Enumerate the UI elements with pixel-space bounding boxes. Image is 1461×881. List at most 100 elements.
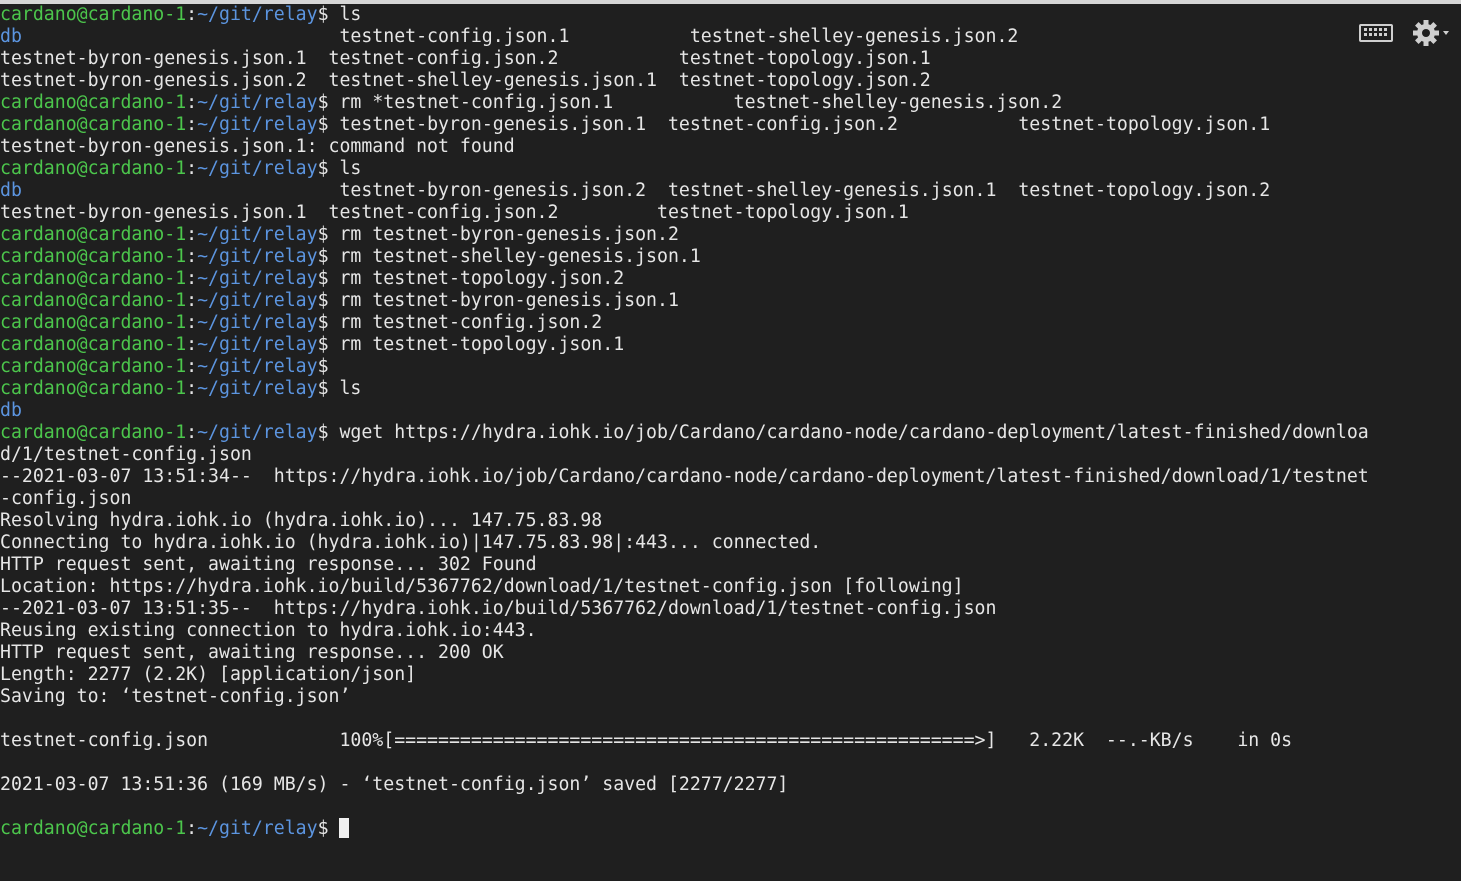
output-text: 2021-03-07 13:51:36 (169 MB/s) - ‘testne… xyxy=(0,774,789,795)
output-line: testnet-byron-genesis.json.1 testnet-con… xyxy=(0,48,1461,70)
output-line: testnet-byron-genesis.json.1 testnet-con… xyxy=(0,202,1461,224)
file-entries: testnet-byron-genesis.json.2 testnet-she… xyxy=(21,180,1271,201)
prompt-symbol: $ xyxy=(317,114,329,135)
command-text: rm *testnet-config.json.1 testnet-shelle… xyxy=(328,92,1063,113)
prompt-separator: : xyxy=(186,334,198,355)
prompt-user: cardano@cardano-1 xyxy=(0,818,187,839)
output-line: Connecting to hydra.iohk.io (hydra.iohk.… xyxy=(0,532,1461,554)
command-text: rm testnet-topology.json.1 xyxy=(328,334,625,355)
prompt-user: cardano@cardano-1 xyxy=(0,356,187,377)
prompt-symbol: $ xyxy=(317,356,329,377)
prompt-symbol: $ xyxy=(317,268,329,289)
prompt-path: ~/git/relay xyxy=(197,818,318,839)
output-line: db xyxy=(0,400,1461,422)
prompt-line: cardano@cardano-1:~/git/relay$ xyxy=(0,818,1461,840)
prompt-path: ~/git/relay xyxy=(197,158,318,179)
prompt-symbol: $ xyxy=(317,246,329,267)
prompt-separator: : xyxy=(186,268,198,289)
prompt-symbol: $ xyxy=(317,92,329,113)
output-line: Length: 2277 (2.2K) [application/json] xyxy=(0,664,1461,686)
command-text: rm testnet-topology.json.2 xyxy=(328,268,625,289)
prompt-symbol: $ xyxy=(317,290,329,311)
command-text: rm testnet-config.json.2 xyxy=(328,312,603,333)
output-text: d/1/testnet-config.json xyxy=(0,444,252,465)
output-line: d/1/testnet-config.json xyxy=(0,444,1461,466)
prompt-line: cardano@cardano-1:~/git/relay$ rm testne… xyxy=(0,224,1461,246)
terminal-output[interactable]: cardano@cardano-1:~/git/relay$ ls db test… xyxy=(0,4,1461,881)
prompt-line: cardano@cardano-1:~/git/relay$ wget http… xyxy=(0,422,1461,444)
prompt-separator: : xyxy=(186,224,198,245)
prompt-line: cardano@cardano-1:~/git/relay$ rm testne… xyxy=(0,246,1461,268)
prompt-separator: : xyxy=(186,378,198,399)
prompt-line: cardano@cardano-1:~/git/relay$ ls xyxy=(0,4,1461,26)
command-text: ls xyxy=(328,4,362,25)
prompt-line: cardano@cardano-1:~/git/relay$ testnet-b… xyxy=(0,114,1461,136)
prompt-line: cardano@cardano-1:~/git/relay$ rm *testn… xyxy=(0,92,1461,114)
prompt-line: cardano@cardano-1:~/git/relay$ rm testne… xyxy=(0,312,1461,334)
command-text: testnet-byron-genesis.json.1 testnet-con… xyxy=(328,114,1271,135)
prompt-path: ~/git/relay xyxy=(197,92,318,113)
prompt-line: cardano@cardano-1:~/git/relay$ rm testne… xyxy=(0,290,1461,312)
prompt-separator: : xyxy=(186,92,198,113)
terminal-cursor[interactable] xyxy=(339,818,350,838)
output-line: db testnet-config.json.1 testnet-shelley… xyxy=(0,26,1461,48)
directory-entry: db xyxy=(0,400,22,421)
output-text: Location: https://hydra.iohk.io/build/53… xyxy=(0,576,964,597)
prompt-separator: : xyxy=(186,818,198,839)
prompt-path: ~/git/relay xyxy=(197,378,318,399)
keyboard-icon[interactable] xyxy=(1359,23,1393,48)
output-line: testnet-byron-genesis.json.2 testnet-she… xyxy=(0,70,1461,92)
command-text: rm testnet-byron-genesis.json.2 xyxy=(328,224,679,245)
output-text: Saving to: ‘testnet-config.json’ xyxy=(0,686,351,707)
output-line: --2021-03-07 13:51:35-- https://hydra.io… xyxy=(0,598,1461,620)
prompt-symbol: $ xyxy=(317,158,329,179)
prompt-user: cardano@cardano-1 xyxy=(0,246,187,267)
chevron-down-icon xyxy=(1443,31,1449,35)
output-text: testnet-byron-genesis.json.1: command no… xyxy=(0,136,515,157)
prompt-user: cardano@cardano-1 xyxy=(0,312,187,333)
prompt-separator: : xyxy=(186,4,198,25)
prompt-line: cardano@cardano-1:~/git/relay$ ls xyxy=(0,158,1461,180)
command-text: wget https://hydra.iohk.io/job/Cardano/c… xyxy=(328,422,1369,443)
terminal-toolbar xyxy=(1359,18,1451,53)
gear-icon[interactable] xyxy=(1413,18,1451,53)
command-text xyxy=(329,818,340,839)
prompt-line: cardano@cardano-1:~/git/relay$ xyxy=(0,356,1461,378)
prompt-path: ~/git/relay xyxy=(197,224,318,245)
file-entries: testnet-config.json.1 testnet-shelley-ge… xyxy=(21,26,1019,47)
prompt-symbol: $ xyxy=(317,312,329,333)
output-text: testnet-config.json 100%[===============… xyxy=(0,730,1293,751)
command-text: ls xyxy=(328,378,362,399)
prompt-user: cardano@cardano-1 xyxy=(0,224,187,245)
prompt-path: ~/git/relay xyxy=(197,268,318,289)
prompt-path: ~/git/relay xyxy=(197,334,318,355)
prompt-user: cardano@cardano-1 xyxy=(0,422,187,443)
output-line: db testnet-byron-genesis.json.2 testnet-… xyxy=(0,180,1461,202)
output-text: testnet-byron-genesis.json.1 testnet-con… xyxy=(0,48,931,69)
output-line: Reusing existing connection to hydra.ioh… xyxy=(0,620,1461,642)
output-text: Length: 2277 (2.2K) [application/json] xyxy=(0,664,417,685)
directory-entry: db xyxy=(0,26,22,47)
prompt-symbol: $ xyxy=(317,334,329,355)
prompt-user: cardano@cardano-1 xyxy=(0,4,187,25)
output-text: Connecting to hydra.iohk.io (hydra.iohk.… xyxy=(0,532,822,553)
prompt-line: cardano@cardano-1:~/git/relay$ ls xyxy=(0,378,1461,400)
output-text: HTTP request sent, awaiting response... … xyxy=(0,554,537,575)
output-text: HTTP request sent, awaiting response... … xyxy=(0,642,504,663)
output-line: testnet-byron-genesis.json.1: command no… xyxy=(0,136,1461,158)
command-text: rm testnet-byron-genesis.json.1 xyxy=(328,290,679,311)
prompt-user: cardano@cardano-1 xyxy=(0,158,187,179)
output-text: --2021-03-07 13:51:35-- https://hydra.io… xyxy=(0,598,997,619)
output-line: Resolving hydra.iohk.io (hydra.iohk.io).… xyxy=(0,510,1461,532)
output-text: Resolving hydra.iohk.io (hydra.iohk.io).… xyxy=(0,510,603,531)
prompt-user: cardano@cardano-1 xyxy=(0,114,187,135)
prompt-separator: : xyxy=(186,356,198,377)
prompt-user: cardano@cardano-1 xyxy=(0,268,187,289)
prompt-symbol: $ xyxy=(317,818,329,839)
prompt-user: cardano@cardano-1 xyxy=(0,334,187,355)
prompt-user: cardano@cardano-1 xyxy=(0,92,187,113)
prompt-separator: : xyxy=(186,158,198,179)
output-line: HTTP request sent, awaiting response... … xyxy=(0,554,1461,576)
